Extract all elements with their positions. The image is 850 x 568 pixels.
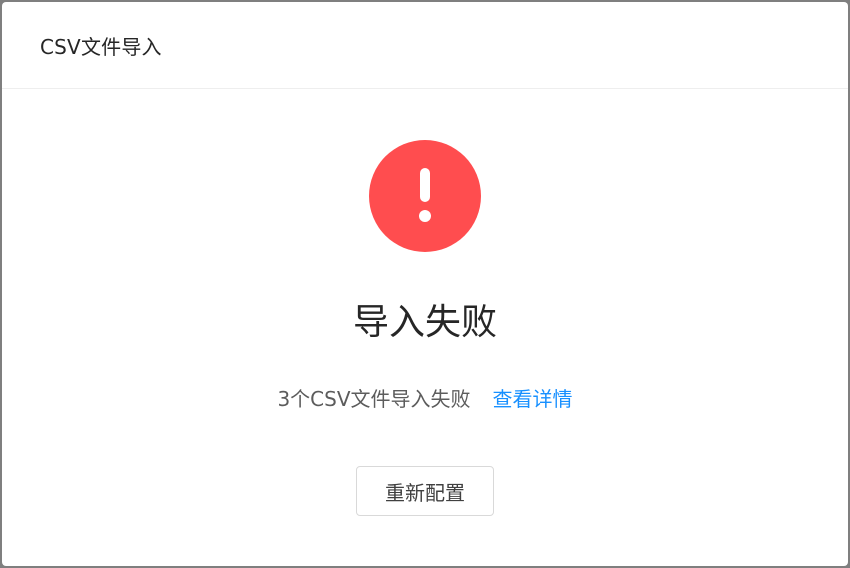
dialog-body: 导入失败 3个CSV文件导入失败 查看详情 重新配置 bbox=[2, 89, 848, 566]
exclamation-bar bbox=[420, 168, 430, 202]
csv-import-dialog: CSV文件导入 导入失败 3个CSV文件导入失败 查看详情 重新配置 bbox=[2, 2, 848, 566]
exclamation-dot bbox=[419, 210, 431, 222]
dialog-header: CSV文件导入 bbox=[2, 2, 848, 89]
result-subtitle-text: 3个CSV文件导入失败 bbox=[277, 387, 471, 411]
dialog-title: CSV文件导入 bbox=[40, 34, 162, 59]
reconfigure-button[interactable]: 重新配置 bbox=[356, 466, 494, 516]
exclamation-circle-icon bbox=[369, 140, 481, 252]
view-details-link[interactable]: 查看详情 bbox=[493, 387, 573, 411]
result-subtitle: 3个CSV文件导入失败 查看详情 bbox=[2, 385, 848, 413]
result-title: 导入失败 bbox=[352, 302, 497, 343]
